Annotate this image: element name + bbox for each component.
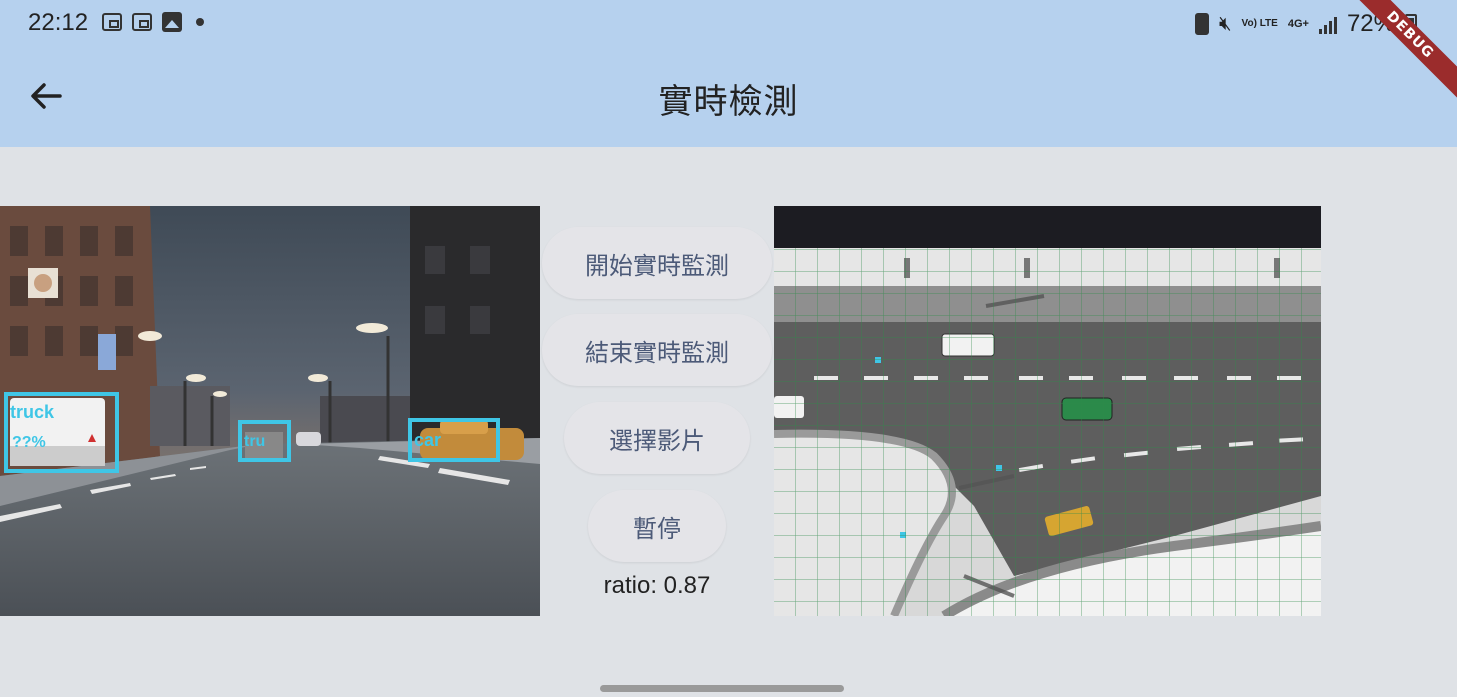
detection-label: truck	[10, 402, 55, 422]
battery-saver-icon	[1194, 13, 1209, 35]
volte-icon: Vo) LTE	[1241, 18, 1278, 29]
detection-label: car	[414, 430, 442, 450]
pause-button[interactable]: 暫停	[588, 490, 726, 562]
status-time: 22:12	[28, 9, 89, 36]
4g-icon: 4G+	[1287, 17, 1309, 30]
screenshot-icon	[132, 13, 152, 31]
birds-eye-map	[774, 206, 1321, 616]
detection-score: ??%	[12, 434, 46, 451]
camera-frame	[0, 206, 540, 616]
birds-eye-view	[774, 206, 1321, 616]
screenshot-icon	[102, 13, 122, 31]
gallery-icon	[162, 12, 182, 32]
camera-video-view: truck ??% tru car	[0, 206, 540, 616]
home-indicator[interactable]	[600, 685, 844, 692]
status-icons-left	[102, 12, 204, 32]
notification-dot-icon	[196, 18, 204, 26]
page-title: 實時檢測	[658, 82, 799, 122]
app-bar: 22:12 🔇︎ Vo) LTE 4G+ 72% 實時檢測 DEBUG	[0, 0, 1457, 147]
ratio-text: ratio: 0.87	[603, 572, 711, 599]
mute-icon: 🔇︎	[1218, 12, 1232, 35]
start-monitoring-button[interactable]: 開始實時監測	[542, 227, 772, 299]
signal-icon	[1318, 14, 1337, 34]
select-video-button[interactable]: 選擇影片	[564, 402, 750, 474]
stop-monitoring-button[interactable]: 結束實時監測	[542, 314, 772, 386]
detection-label: tru	[244, 433, 266, 450]
